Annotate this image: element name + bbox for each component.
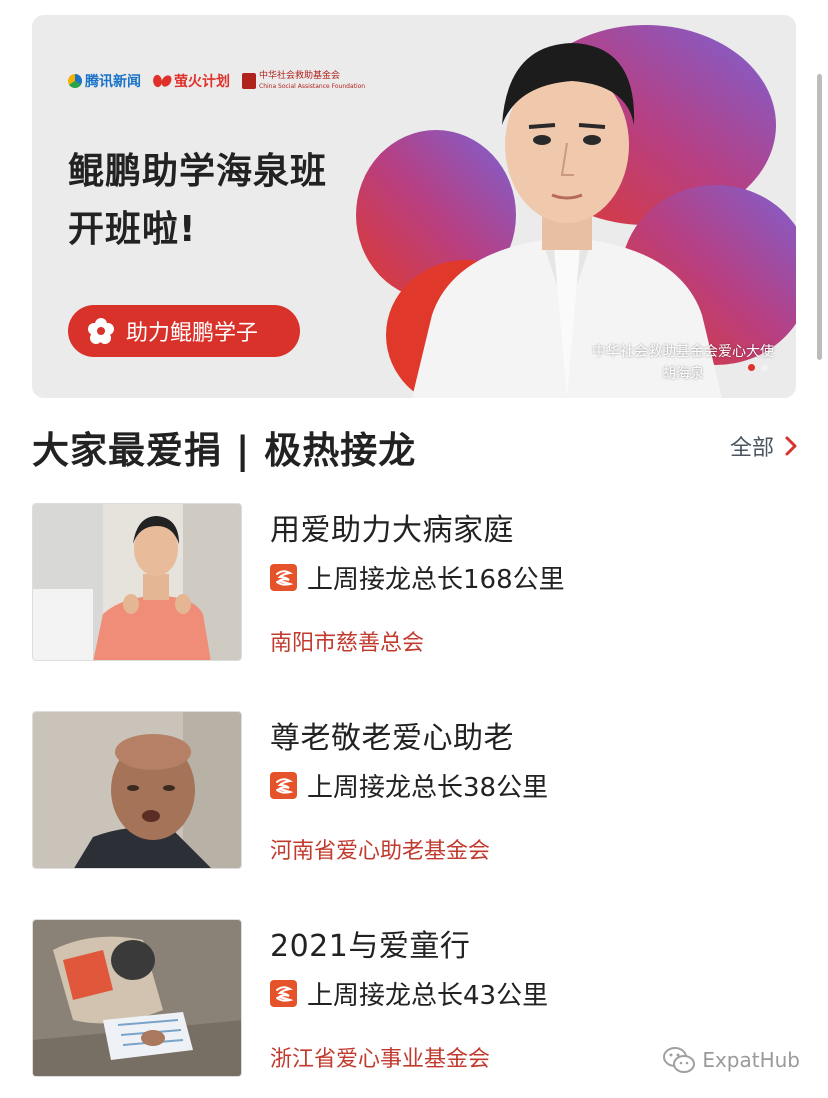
watermark: ExpatHub <box>662 1046 800 1074</box>
firefly-plan-label: 萤火计划 <box>174 74 230 90</box>
project-stat: 上周接龙总长43公里 <box>270 975 548 1012</box>
project-stat-label: 上周接龙总长38公里 <box>307 773 549 803</box>
see-all-link[interactable]: 全部 <box>730 430 798 462</box>
child-writing-photo-icon <box>33 920 241 1076</box>
project-stat: 上周接龙总长38公里 <box>270 767 548 804</box>
see-all-label: 全部 <box>729 436 774 461</box>
project-title[interactable]: 用爱助力大病家庭 <box>270 505 514 549</box>
project-card[interactable]: 用爱助力大病家庭 上周接龙总长168公里 南阳市慈善总会 <box>32 503 796 661</box>
support-students-button[interactable]: 助力鲲鹏学子 <box>68 305 300 357</box>
project-title[interactable]: 2021与爱童行 <box>270 921 470 965</box>
project-thumbnail[interactable] <box>32 711 242 869</box>
banner-headline-line1: 鲲鹏助学海泉班 <box>68 151 328 192</box>
banner-headline-line2: 开班啦! <box>68 209 197 250</box>
project-organization[interactable]: 南阳市慈善总会 <box>270 625 424 657</box>
ambassador-credit: 中华社会救助基金会爱心大使 胡海泉 <box>592 341 774 385</box>
project-thumbnail[interactable] <box>32 503 242 661</box>
ambassador-name: 胡海泉 <box>662 366 704 382</box>
dragon-relay-icon <box>270 772 297 799</box>
wechat-icon <box>663 1047 696 1073</box>
project-organization[interactable]: 河南省爱心助老基金会 <box>270 833 490 865</box>
tencent-news-icon <box>68 74 82 88</box>
section-title: 大家最爱捐 | 极热接龙 <box>32 429 417 472</box>
project-stat: 上周接龙总长168公里 <box>270 559 565 596</box>
scrollbar[interactable] <box>817 74 822 360</box>
partner-logos: 腾讯新闻 萤火计划 中华社会救助基金会 China Social Assista… <box>68 69 365 93</box>
tencent-news-label: 腾讯新闻 <box>85 74 141 90</box>
ambassador-title: 中华社会救助基金会爱心大使 <box>592 344 774 360</box>
foundation-seal-icon <box>242 73 256 89</box>
carousel-dot[interactable] <box>748 364 755 371</box>
foundation-name: 中华社会救助基金会 <box>259 70 341 81</box>
project-organization[interactable]: 浙江省爱心事业基金会 <box>270 1041 490 1073</box>
carousel-dot[interactable] <box>761 364 768 371</box>
banner-headline: 鲲鹏助学海泉班 开班啦! <box>68 143 327 259</box>
carousel-indicator[interactable] <box>748 364 768 371</box>
chevron-right-icon <box>785 436 797 456</box>
elderly-man-photo-icon <box>33 712 241 868</box>
tencent-news-logo: 腾讯新闻 <box>68 71 141 91</box>
project-thumbnail[interactable] <box>32 919 242 1077</box>
firefly-plan-logo: 萤火计划 <box>153 71 230 91</box>
flower-icon <box>88 318 114 344</box>
project-stat-label: 上周接龙总长168公里 <box>307 565 565 595</box>
child-photo-icon <box>33 504 241 660</box>
dragon-relay-icon <box>270 564 297 591</box>
watermark-label: ExpatHub <box>702 1048 800 1072</box>
support-students-label: 助力鲲鹏学子 <box>126 321 259 346</box>
project-stat-label: 上周接龙总长43公里 <box>307 981 549 1011</box>
hero-banner[interactable]: 腾讯新闻 萤火计划 中华社会救助基金会 China Social Assista… <box>32 15 796 398</box>
foundation-logo: 中华社会救助基金会 China Social Assistance Founda… <box>242 71 365 92</box>
project-title[interactable]: 尊老敬老爱心助老 <box>270 713 514 757</box>
foundation-name-en: China Social Assistance Foundation <box>259 82 366 90</box>
firefly-icon <box>153 74 171 88</box>
dragon-relay-icon <box>270 980 297 1007</box>
project-card[interactable]: 尊老敬老爱心助老 上周接龙总长38公里 河南省爱心助老基金会 <box>32 711 796 869</box>
